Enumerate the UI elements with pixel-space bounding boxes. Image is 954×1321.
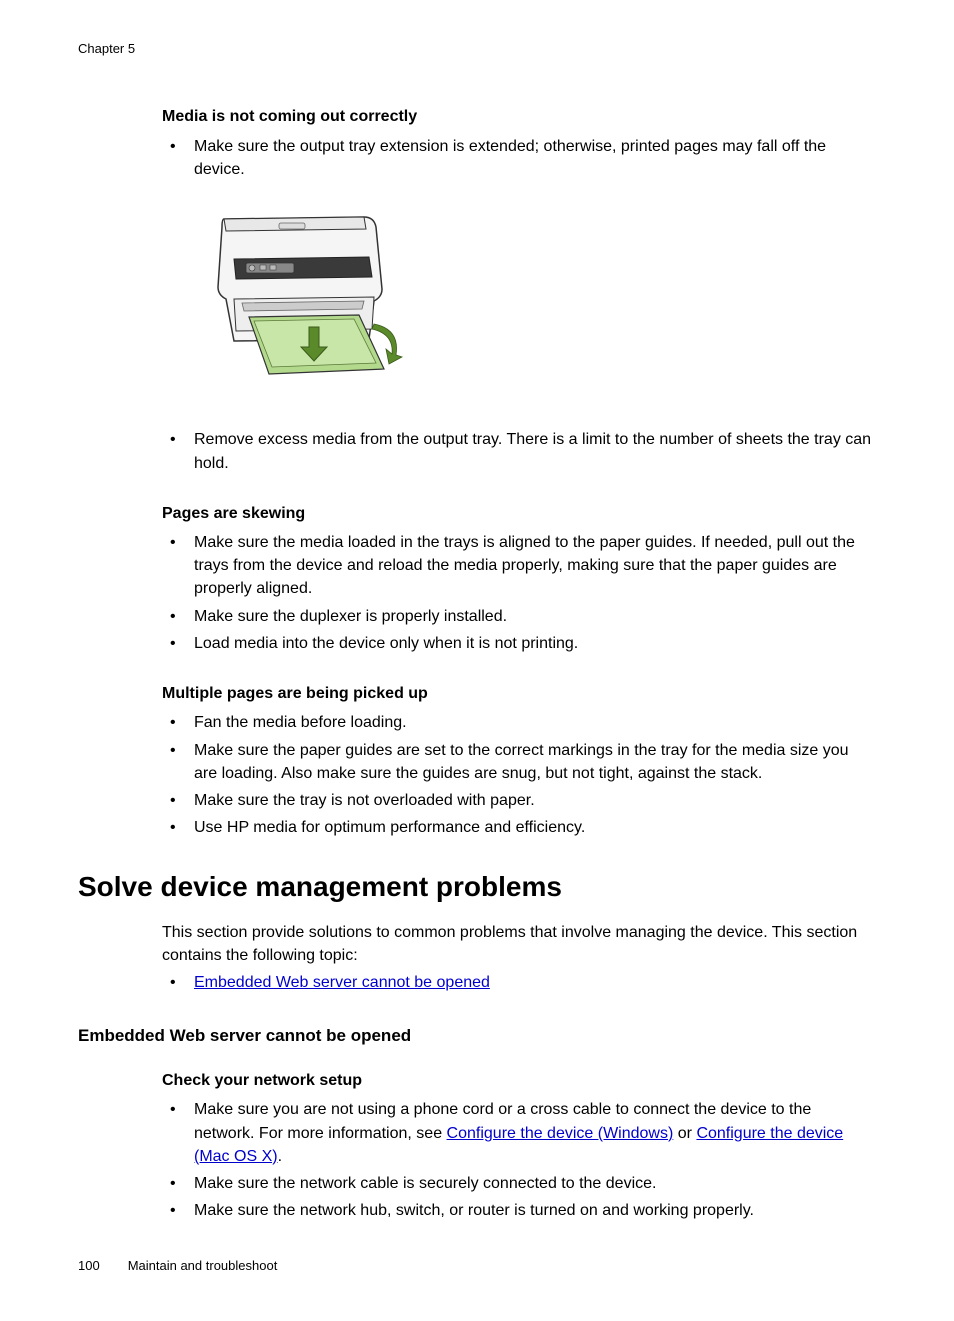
printer-illustration [194, 199, 876, 396]
list-item: Make sure the network cable is securely … [162, 1172, 876, 1195]
link-configure-windows[interactable]: Configure the device (Windows) [447, 1125, 674, 1142]
list-item: Remove excess media from the output tray… [162, 428, 876, 474]
list-item: Make sure the tray is not overloaded wit… [162, 789, 876, 812]
bullet-list-media-2: Remove excess media from the output tray… [162, 428, 876, 474]
intro-text: This section provide solutions to common… [162, 921, 876, 967]
list-item: Load media into the device only when it … [162, 632, 876, 655]
bullet-list-skewing: Make sure the media loaded in the trays … [162, 531, 876, 655]
heading-solve-device: Solve device management problems [78, 867, 876, 906]
bullet-list-media: Make sure the output tray extension is e… [162, 135, 876, 181]
page-number: 100 [78, 1258, 100, 1273]
list-item: Fan the media before loading. [162, 711, 876, 734]
bullet-list-multiple: Fan the media before loading. Make sure … [162, 711, 876, 839]
list-item: Make sure the paper guides are set to th… [162, 739, 876, 785]
text: or [673, 1125, 696, 1142]
chapter-label: Chapter 5 [78, 40, 876, 58]
list-item: Make sure the duplexer is properly insta… [162, 605, 876, 628]
bullet-list-network: Make sure you are not using a phone cord… [162, 1098, 876, 1222]
footer-title: Maintain and troubleshoot [128, 1258, 278, 1273]
bullet-list-intro: Embedded Web server cannot be opened [162, 971, 876, 994]
page-footer: 100 Maintain and troubleshoot [78, 1257, 277, 1275]
list-item: Make sure you are not using a phone cord… [162, 1098, 876, 1168]
list-item: Use HP media for optimum performance and… [162, 816, 876, 839]
link-ews-cannot-open[interactable]: Embedded Web server cannot be opened [194, 974, 490, 991]
section-heading-network: Check your network setup [162, 1070, 876, 1092]
list-item: Make sure the output tray extension is e… [162, 135, 876, 181]
section-heading-multiple: Multiple pages are being picked up [162, 683, 876, 705]
section-heading-skewing: Pages are skewing [162, 503, 876, 525]
section-heading-media: Media is not coming out correctly [162, 106, 876, 128]
heading-ews: Embedded Web server cannot be opened [78, 1024, 876, 1048]
list-item: Make sure the media loaded in the trays … [162, 531, 876, 601]
list-item: Embedded Web server cannot be opened [162, 971, 876, 994]
text: . [278, 1148, 282, 1165]
list-item: Make sure the network hub, switch, or ro… [162, 1199, 876, 1222]
